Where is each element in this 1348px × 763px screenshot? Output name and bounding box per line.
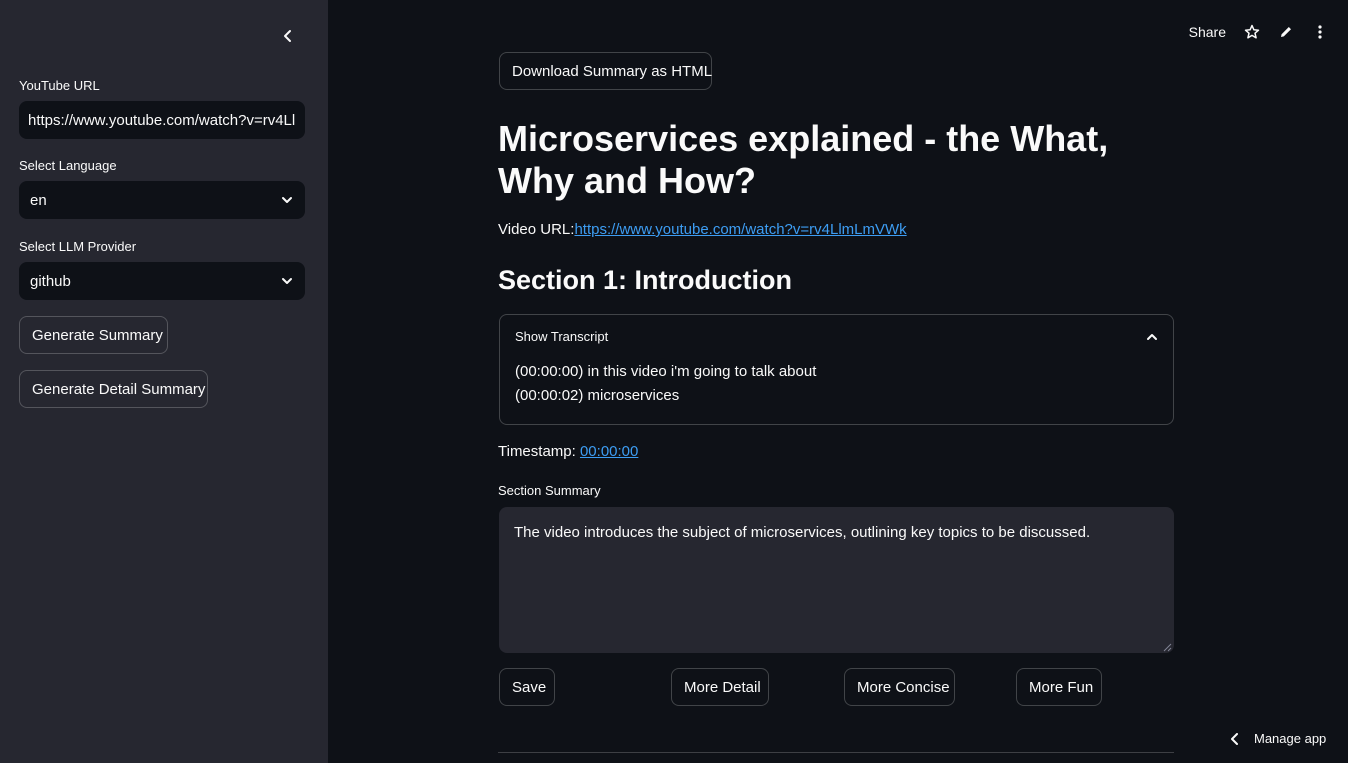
share-button[interactable]: Share — [1189, 24, 1226, 40]
pencil-icon[interactable] — [1278, 24, 1294, 40]
generate-summary-button[interactable]: Generate Summary — [19, 316, 168, 354]
chevron-down-icon — [282, 197, 292, 203]
transcript-line: (00:00:02) microservices — [515, 387, 680, 404]
timestamp-label: Timestamp: — [498, 443, 580, 460]
section-summary-label: Section Summary — [498, 483, 601, 498]
section-title: Section 1: Introduction — [498, 265, 792, 295]
download-summary-button[interactable]: Download Summary as HTML — [499, 52, 712, 90]
transcript-expander-header[interactable]: Show Transcript — [515, 329, 1158, 344]
llm-provider-select[interactable]: github — [19, 262, 305, 300]
more-detail-button[interactable]: More Detail — [671, 668, 769, 706]
youtube-url-input[interactable] — [19, 101, 305, 139]
language-select[interactable]: en — [19, 181, 305, 219]
more-concise-button[interactable]: More Concise — [844, 668, 955, 706]
top-toolbar: Share — [1189, 20, 1328, 44]
collapse-sidebar-button[interactable] — [276, 24, 300, 48]
video-url-link[interactable]: https://www.youtube.com/watch?v=rv4LlmLm… — [574, 221, 906, 238]
page-title: Microservices explained - the What, Why … — [498, 118, 1109, 201]
chevron-left-icon — [284, 30, 291, 42]
content-divider — [498, 752, 1174, 753]
chevron-left-icon — [1231, 732, 1238, 745]
llm-provider-select-value: github — [30, 272, 71, 290]
section-summary-textarea[interactable]: The video introduces the subject of micr… — [499, 507, 1174, 653]
video-url-prefix: Video URL: — [498, 221, 575, 238]
chevron-down-icon — [282, 278, 292, 284]
language-select-value: en — [30, 191, 47, 209]
transcript-expander: Show Transcript (00:00:00) in this video… — [499, 314, 1174, 425]
chevron-up-icon — [1147, 333, 1157, 340]
llm-provider-label: Select LLM Provider — [19, 239, 137, 254]
transcript-line: (00:00:00) in this video i'm going to ta… — [515, 363, 817, 380]
kebab-menu-icon[interactable] — [1312, 24, 1328, 40]
timestamp-link[interactable]: 00:00:00 — [580, 443, 638, 460]
save-button[interactable]: Save — [499, 668, 555, 706]
transcript-header-label: Show Transcript — [515, 329, 609, 344]
youtube-url-label: YouTube URL — [19, 78, 100, 93]
language-label: Select Language — [19, 158, 117, 173]
timestamp-line: Timestamp: 00:00:00 — [498, 443, 638, 460]
video-url-line: Video URL:https://www.youtube.com/watch?… — [498, 221, 907, 238]
manage-app-button[interactable]: Manage app — [1230, 731, 1326, 746]
resize-grip-icon[interactable] — [1163, 643, 1172, 652]
manage-app-label: Manage app — [1254, 731, 1327, 746]
generate-detail-summary-button[interactable]: Generate Detail Summary — [19, 370, 208, 408]
more-fun-button[interactable]: More Fun — [1016, 668, 1102, 706]
sidebar: YouTube URL Select Language en Select LL… — [0, 0, 328, 763]
star-icon[interactable] — [1244, 24, 1260, 40]
